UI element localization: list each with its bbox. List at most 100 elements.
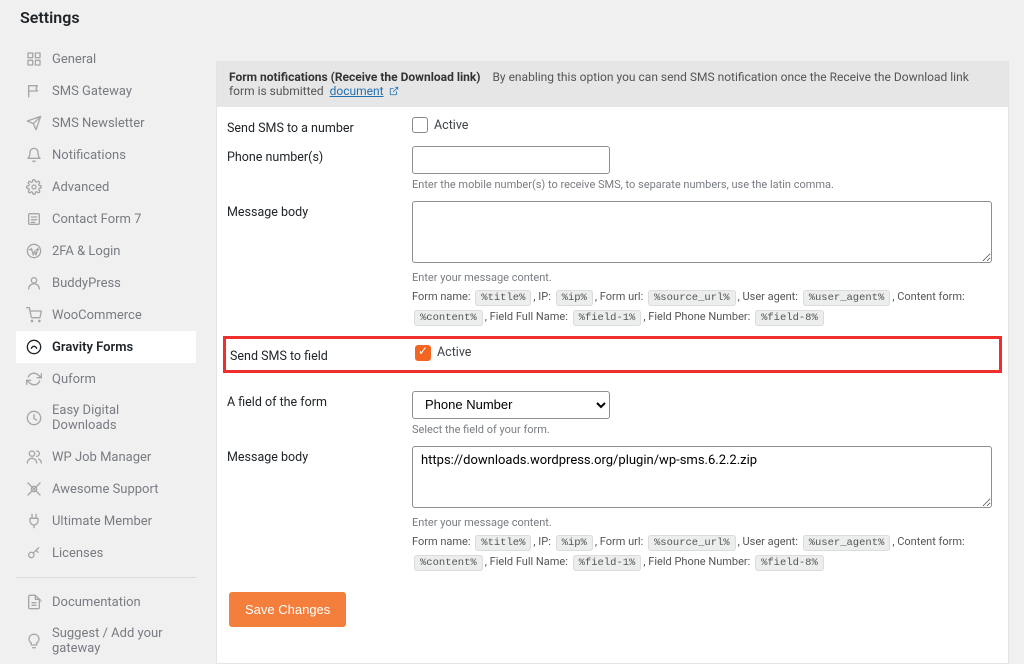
sidebar-item-notifications[interactable]: Notifications [16,139,196,171]
active-checkbox-2-wrap[interactable]: Active [415,345,979,361]
sidebar-item-awesome-support[interactable]: Awesome Support [16,473,196,505]
sidebar-item-label: Quform [52,372,96,387]
external-link-icon [389,85,399,99]
tag-f1: %field-1% [573,310,642,326]
sidebar-item-documentation[interactable]: Documentation [16,586,196,618]
main-panel: Form notifications (Receive the Download… [216,61,1009,664]
sidebar-item-contact-form-7[interactable]: Contact Form 7 [16,203,196,235]
tag-ua: %user_agent% [803,290,891,306]
placeholders-2: Form name: %title%, IP: %ip%, Form url: … [412,533,992,573]
job-icon [26,449,42,465]
sidebar-item-label: Ultimate Member [52,514,152,529]
gravity-icon [26,339,42,355]
form-icon [26,211,42,227]
sidebar-item-quform[interactable]: Quform [16,363,196,395]
sidebar-item-buddypress[interactable]: BuddyPress [16,267,196,299]
sidebar-item-suggest-add-your-gateway[interactable]: Suggest / Add your gateway [16,618,196,664]
bulb-icon [26,633,42,649]
row-phone-numbers: Phone number(s) Enter the mobile number(… [217,136,1008,191]
phone-input[interactable] [412,146,610,174]
message-body-1-textarea[interactable] [412,201,992,263]
row-label: Send SMS to field [230,345,415,364]
sidebar-item-label: WooCommerce [52,308,142,323]
save-button[interactable]: Save Changes [229,592,346,627]
sidebar-item-label: BuddyPress [52,276,121,291]
phone-hint: Enter the mobile number(s) to receive SM… [412,178,992,191]
active-label: Active [437,345,471,360]
msg2-hint: Enter your message content. [412,516,992,529]
section-title: Form notifications (Receive the Download… [229,70,481,84]
sidebar-item-label: 2FA & Login [52,244,121,259]
sidebar-item-wp-job-manager[interactable]: WP Job Manager [16,441,196,473]
key-icon [26,545,42,561]
active-checkbox-1-wrap[interactable]: Active [412,117,992,133]
sidebar-item-general[interactable]: General [16,43,196,75]
placeholders-1: Form name: %title%, IP: %ip%, Form url: … [412,288,992,328]
sidebar-item-label: Contact Form 7 [52,212,141,227]
sidebar-item-ultimate-member[interactable]: Ultimate Member [16,505,196,537]
sidebar-item-label: Licenses [52,546,103,561]
row-form-field: A field of the form Phone Number Select … [217,381,1008,436]
tag-ua: %user_agent% [803,535,891,551]
row-label: A field of the form [227,391,412,410]
sidebar-item-label: Advanced [52,180,109,195]
sidebar-item-sms-gateway[interactable]: SMS Gateway [16,75,196,107]
tag-f8: %field-8% [755,310,824,326]
sidebar-item-advanced[interactable]: Advanced [16,171,196,203]
sidebar-item-label: General [52,52,96,67]
refresh-icon [26,371,42,387]
settings-sidebar: General SMS Gateway SMS Newsletter Notifica… [16,31,196,664]
sidebar-item-sms-newsletter[interactable]: SMS Newsletter [16,107,196,139]
support-icon [26,481,42,497]
doc-icon [26,594,42,610]
row-send-to-field: Send SMS to field Active [223,336,1002,373]
row-label: Send SMS to a number [227,117,412,136]
flag-icon [26,83,42,99]
tag-f8: %field-8% [755,555,824,571]
send-icon [26,115,42,131]
bell-icon [26,147,42,163]
page-title: Settings [0,0,1024,31]
field-hint: Select the field of your form. [412,423,992,436]
message-body-2-textarea[interactable]: https://downloads.wordpress.org/plugin/w… [412,446,992,508]
sidebar-item-label: Easy Digital Downloads [52,403,186,433]
general-icon [26,51,42,67]
section-doc-link[interactable]: document [330,84,384,98]
gear-icon [26,179,42,195]
tag-title: %title% [475,535,531,551]
sidebar-item-easy-digital-downloads[interactable]: Easy Digital Downloads [16,395,196,441]
tag-ip: %ip% [556,290,593,306]
sidebar-item-label: Gravity Forms [52,340,133,355]
tag-content: %content% [414,555,483,571]
wp-icon [26,243,42,259]
sidebar-item-label: SMS Gateway [52,84,132,99]
tag-f1: %field-1% [573,555,642,571]
sidebar-item-label: Suggest / Add your gateway [52,626,186,656]
sidebar-item-woocommerce[interactable]: WooCommerce [16,299,196,331]
edd-icon [26,410,42,426]
active-label: Active [434,118,468,133]
sidebar-item-label: Notifications [52,148,126,163]
row-message-body-1: Message body Enter your message content.… [217,191,1008,328]
row-send-to-number: Send SMS to a number Active [217,107,1008,136]
row-label: Message body [227,446,412,465]
row-label: Phone number(s) [227,146,412,165]
sidebar-item-2fa-login[interactable]: 2FA & Login [16,235,196,267]
sidebar-item-label: Documentation [52,595,141,610]
tag-url: %source_url% [648,535,736,551]
active-checkbox-2[interactable] [415,345,431,361]
sidebar-item-licenses[interactable]: Licenses [16,537,196,569]
plug-icon [26,513,42,529]
section-header: Form notifications (Receive the Download… [217,62,1008,107]
sidebar-item-label: WP Job Manager [52,450,151,465]
sidebar-item-label: Awesome Support [52,482,158,497]
tag-title: %title% [475,290,531,306]
sidebar-item-label: SMS Newsletter [52,116,145,131]
tag-content: %content% [414,310,483,326]
cart-icon [26,307,42,323]
sidebar-divider [16,577,196,578]
form-field-select[interactable]: Phone Number [412,391,610,419]
sidebar-item-gravity-forms[interactable]: Gravity Forms [16,331,196,363]
active-checkbox-1[interactable] [412,117,428,133]
tag-url: %source_url% [648,290,736,306]
